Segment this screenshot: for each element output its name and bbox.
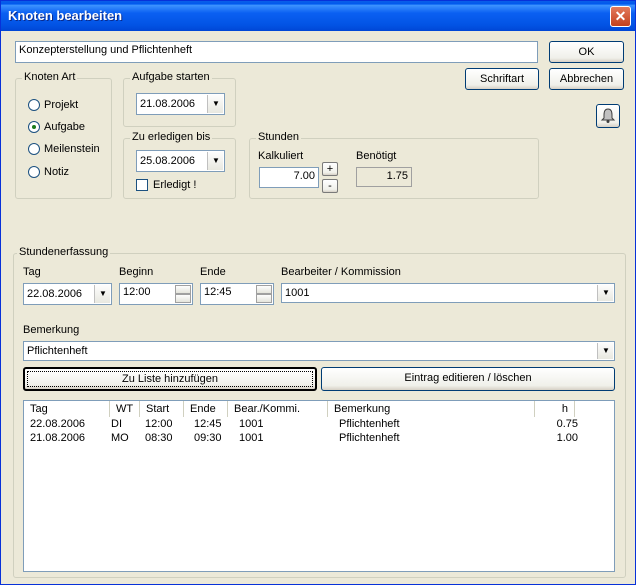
cell-h: 1.00: [556, 432, 578, 444]
bearbeiter-dropdown-button[interactable]: ▼: [597, 285, 613, 301]
start-date-value: 21.08.2006: [140, 98, 196, 110]
bearbeiter-select[interactable]: 1001 ▼: [281, 283, 615, 303]
tag-label: Tag: [23, 266, 41, 278]
knoten-art-legend: Knoten Art: [22, 71, 78, 83]
benoetigt-value: 1.75: [356, 167, 412, 187]
ende-down-button[interactable]: [256, 294, 272, 303]
col-header-bemerkung[interactable]: Bemerkung: [328, 401, 535, 417]
kalkuliert-input[interactable]: 7.00: [259, 167, 319, 188]
title-bar[interactable]: Knoten bearbeiten ✕: [1, 1, 635, 31]
radio-projekt-label: Projekt: [44, 99, 79, 111]
start-date-dropdown-button[interactable]: ▼: [207, 95, 223, 113]
due-date-picker[interactable]: 25.08.2006 ▼: [136, 150, 225, 172]
time-entries-table[interactable]: Tag WT Start Ende Bear./Kommi. Bemerkung…: [23, 400, 615, 572]
cell-h: 0.75: [556, 418, 578, 430]
zu-erledigen-legend: Zu erledigen bis: [130, 131, 213, 143]
col-header-bearbeiter[interactable]: Bear./Kommi.: [228, 401, 328, 417]
cell-bemerkung: Pflichtenheft: [339, 432, 400, 444]
tag-date-picker[interactable]: 22.08.2006 ▼: [23, 283, 112, 305]
col-header-wt[interactable]: WT: [110, 401, 140, 417]
decrease-button[interactable]: -: [322, 179, 338, 193]
chevron-down-icon: ▼: [602, 346, 610, 355]
radio-notiz[interactable]: [28, 166, 40, 178]
stundenerfassung-group: Stundenerfassung Tag 22.08.2006 ▼ Beginn…: [13, 246, 626, 578]
node-name-input[interactable]: Konzepterstellung und Pflichtenheft: [15, 41, 538, 63]
cell-start: 12:00: [145, 418, 173, 430]
add-to-list-button[interactable]: Zu Liste hinzufügen: [23, 367, 317, 391]
cell-wt: MO: [111, 432, 129, 444]
col-header-start[interactable]: Start: [140, 401, 184, 417]
cell-tag: 22.08.2006: [30, 418, 86, 430]
bemerkung-value: Pflichtenheft: [27, 345, 88, 357]
radio-aufgabe-label: Aufgabe: [44, 121, 85, 133]
start-date-picker[interactable]: 21.08.2006 ▼: [136, 93, 225, 115]
tag-date-value: 22.08.2006: [27, 288, 83, 300]
radio-projekt[interactable]: [28, 99, 40, 111]
cell-ende: 12:45: [194, 418, 222, 430]
radio-notiz-label: Notiz: [44, 166, 70, 178]
knoten-art-group: Knoten Art Projekt Aufgabe Meilenstein N…: [15, 71, 112, 199]
increase-button[interactable]: +: [322, 162, 338, 176]
radio-meilenstein[interactable]: [28, 143, 40, 155]
bell-button[interactable]: [596, 104, 620, 128]
stunden-legend: Stunden: [256, 131, 301, 143]
due-date-value: 25.08.2006: [140, 155, 196, 167]
bemerkung-select[interactable]: Pflichtenheft ▼: [23, 341, 615, 361]
close-button[interactable]: ✕: [610, 6, 631, 27]
col-header-ende[interactable]: Ende: [184, 401, 228, 417]
ok-button[interactable]: OK: [549, 41, 624, 63]
stundenerfassung-legend: Stundenerfassung: [17, 246, 111, 258]
chevron-down-icon: ▼: [212, 99, 220, 108]
cancel-button[interactable]: Abbrechen: [549, 68, 624, 90]
cell-start: 08:30: [145, 432, 173, 444]
cell-bearbeiter: 1001: [239, 432, 264, 444]
chevron-down-icon: ▼: [99, 289, 107, 298]
benoetigt-label: Benötigt: [356, 150, 397, 162]
aufgabe-starten-legend: Aufgabe starten: [130, 71, 212, 83]
cell-ende: 09:30: [194, 432, 222, 444]
radio-meilenstein-label: Meilenstein: [44, 143, 100, 155]
edit-delete-button[interactable]: Eintrag editieren / löschen: [321, 367, 615, 391]
kalkuliert-label: Kalkuliert: [258, 150, 304, 162]
bearbeiter-label: Bearbeiter / Kommission: [281, 266, 401, 278]
cell-tag: 21.08.2006: [30, 432, 86, 444]
col-header-tag[interactable]: Tag: [24, 401, 110, 417]
window-title: Knoten bearbeiten: [8, 8, 123, 23]
dialog-window: Knoten bearbeiten ✕ Konzepterstellung un…: [0, 0, 636, 585]
tag-dropdown-button[interactable]: ▼: [94, 285, 110, 303]
col-header-h[interactable]: h: [535, 401, 575, 417]
stunden-group: Stunden Kalkuliert 7.00 + - Benötigt 1.7…: [249, 131, 539, 199]
dialog-body: Konzepterstellung und Pflichtenheft OK S…: [4, 31, 632, 582]
cell-bearbeiter: 1001: [239, 418, 264, 430]
zu-erledigen-group: Zu erledigen bis 25.08.2006 ▼ Erledigt !: [123, 131, 236, 199]
aufgabe-starten-group: Aufgabe starten 21.08.2006 ▼: [123, 71, 236, 127]
due-date-dropdown-button[interactable]: ▼: [207, 152, 223, 170]
chevron-down-icon: ▼: [602, 288, 610, 297]
beginn-label: Beginn: [119, 266, 154, 278]
done-label: Erledigt !: [153, 179, 197, 191]
cell-wt: DI: [111, 418, 122, 430]
done-checkbox[interactable]: [136, 179, 148, 191]
ende-label: Ende: [200, 266, 226, 278]
beginn-up-button[interactable]: [175, 285, 191, 294]
bearbeiter-value: 1001: [285, 287, 310, 299]
font-button[interactable]: Schriftart: [465, 68, 539, 90]
beginn-down-button[interactable]: [175, 294, 191, 303]
ende-up-button[interactable]: [256, 285, 272, 294]
chevron-down-icon: ▼: [212, 156, 220, 165]
close-icon: ✕: [614, 8, 627, 24]
bemerkung-dropdown-button[interactable]: ▼: [597, 343, 613, 359]
bemerkung-label: Bemerkung: [23, 324, 80, 336]
radio-aufgabe[interactable]: [28, 121, 40, 133]
cell-bemerkung: Pflichtenheft: [339, 418, 400, 430]
bell-icon: [600, 108, 616, 123]
